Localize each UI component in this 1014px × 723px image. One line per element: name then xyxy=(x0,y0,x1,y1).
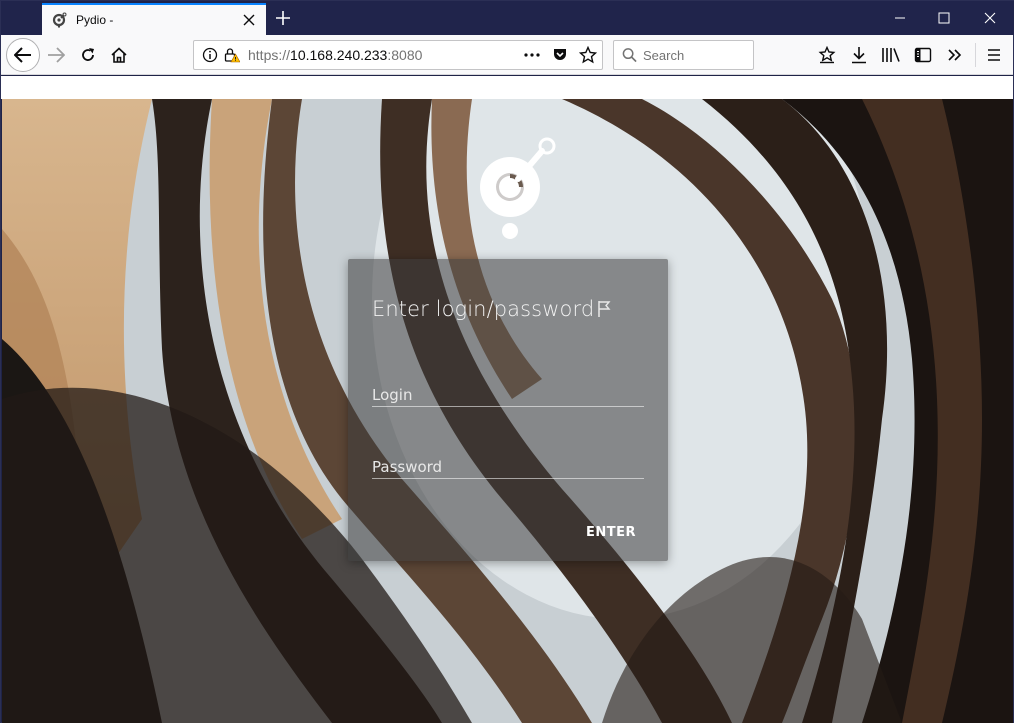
sidebar-button[interactable] xyxy=(907,39,939,71)
url-host: 10.168.240.233 xyxy=(290,47,388,63)
password-field[interactable] xyxy=(372,449,644,479)
download-icon xyxy=(852,47,866,64)
info-icon[interactable] xyxy=(202,47,218,63)
bookmarks-menu-icon xyxy=(818,46,836,64)
home-icon xyxy=(111,47,127,63)
bookmark-star-icon xyxy=(579,46,597,64)
hamburger-menu-icon xyxy=(988,49,1000,61)
downloads-button[interactable] xyxy=(843,39,875,71)
menu-button[interactable] xyxy=(978,39,1010,71)
url-text[interactable]: https://10.168.240.233:8080 xyxy=(248,47,518,63)
search-input[interactable] xyxy=(643,47,753,63)
browser-tab[interactable]: Pydio - xyxy=(42,3,266,35)
login-card: Enter login/password ENTER xyxy=(348,259,668,561)
new-tab-button[interactable] xyxy=(271,6,295,30)
insecure-lock-icon[interactable] xyxy=(224,47,240,63)
pocket-button[interactable] xyxy=(546,41,574,69)
forward-button[interactable] xyxy=(40,39,72,71)
pydio-favicon-icon xyxy=(52,12,67,28)
maximize-window-button[interactable] xyxy=(921,1,967,35)
bookmark-star-button[interactable] xyxy=(574,41,602,69)
enter-button[interactable]: ENTER xyxy=(586,525,636,540)
more-dots-icon xyxy=(524,53,540,57)
pocket-icon xyxy=(554,49,566,60)
search-icon xyxy=(622,48,637,63)
close-tab-icon[interactable] xyxy=(238,9,260,31)
toolbar-separator xyxy=(975,43,976,67)
login-input[interactable] xyxy=(372,377,644,406)
back-button[interactable] xyxy=(6,38,40,72)
reload-icon xyxy=(82,48,94,61)
flag-icon[interactable] xyxy=(597,300,613,318)
reload-button[interactable] xyxy=(72,39,104,71)
bookmarks-menu-button[interactable] xyxy=(811,39,843,71)
pydio-logo-icon xyxy=(480,137,556,239)
close-window-button[interactable] xyxy=(967,1,1013,35)
login-heading: Enter login/password xyxy=(372,297,595,321)
page-content: Enter login/password ENTER xyxy=(2,99,1013,723)
search-bar[interactable] xyxy=(613,40,754,70)
overflow-chevrons-icon xyxy=(948,49,962,61)
minimize-window-button[interactable] xyxy=(877,1,923,35)
sidebar-icon xyxy=(914,47,932,63)
home-button[interactable] xyxy=(103,39,135,71)
url-port: :8080 xyxy=(387,47,423,63)
tab-title: Pydio - xyxy=(76,13,114,27)
address-bar[interactable]: https://10.168.240.233:8080 xyxy=(193,40,603,70)
toolbar-spacer xyxy=(1,76,1013,99)
navigation-toolbar: https://10.168.240.233:8080 xyxy=(1,35,1013,75)
overflow-button[interactable] xyxy=(939,39,971,71)
password-input[interactable] xyxy=(372,449,644,478)
library-button[interactable] xyxy=(875,39,907,71)
back-arrow-icon xyxy=(14,47,31,63)
url-scheme: https:// xyxy=(248,47,291,63)
forward-arrow-icon xyxy=(48,47,65,63)
library-icon xyxy=(882,48,900,62)
tab-strip: Pydio - xyxy=(1,1,1014,35)
page-actions-button[interactable] xyxy=(518,41,546,69)
login-field[interactable] xyxy=(372,377,644,407)
browser-window: Pydio - https://10.168.240.233:8080 Sear… xyxy=(0,0,1014,723)
